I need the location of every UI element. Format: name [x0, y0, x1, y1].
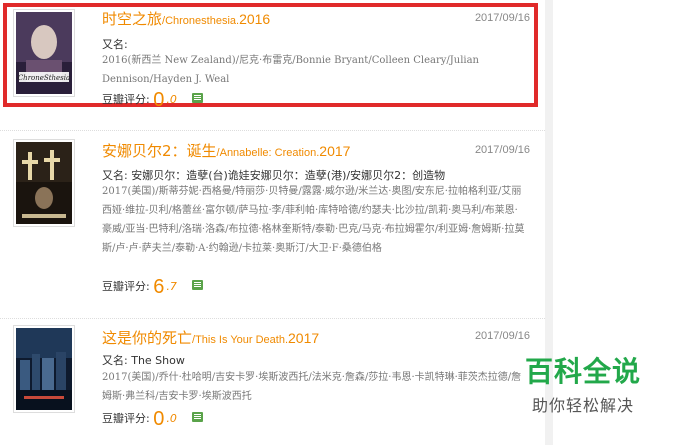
- watermark-sub: 助你轻松解决: [531, 396, 634, 415]
- aka-label: 又名:: [102, 354, 128, 367]
- rating-line: 豆瓣评分: 0.0: [102, 408, 204, 431]
- aka-line: 又名:: [102, 36, 128, 52]
- rating-decimal: .0: [166, 412, 177, 425]
- rating-decimal: .0: [166, 93, 177, 106]
- aka-label: 又名:: [102, 38, 128, 51]
- movie-list: ChroneSthesia 时空之旅/Chronesthesia.2016 20…: [0, 0, 545, 445]
- post-date: 2017/09/16: [474, 330, 530, 342]
- movie-title[interactable]: 时空之旅/Chronesthesia.2016: [102, 8, 270, 29]
- movie-poster[interactable]: [13, 325, 75, 413]
- movie-item: 这是你的死亡/This Is Your Death.2017 2017/09/1…: [0, 318, 545, 446]
- title-en[interactable]: /This Is Your Death.: [192, 334, 288, 346]
- rating-list-icon[interactable]: [192, 93, 204, 103]
- title-cn[interactable]: 这是你的死亡: [102, 329, 192, 347]
- rating-list-icon[interactable]: [192, 412, 204, 422]
- title-cn[interactable]: 安娜贝尔2：诞生: [102, 142, 217, 160]
- aka-line: 又名: The Show: [102, 352, 185, 368]
- watermark-main: 百科全说: [524, 355, 641, 388]
- aka-value: 安娜贝尔：造孽(台)诡娃安娜贝尔：造孽(港)/安娜贝尔2：创造物: [131, 169, 446, 182]
- movie-item: 安娜贝尔2：诞生/Annabelle: Creation.2017 2017/0…: [0, 130, 545, 311]
- rating-label: 豆瓣评分:: [102, 93, 150, 106]
- rating-line: 豆瓣评分: 6.7: [102, 276, 204, 299]
- watermark-logo: 百科全说 助你轻松解决: [513, 350, 653, 416]
- title-cn[interactable]: 时空之旅: [102, 10, 162, 28]
- rating-list-icon[interactable]: [192, 280, 204, 290]
- post-date: 2017/09/16: [474, 144, 530, 156]
- rating-integer: 6: [153, 276, 165, 298]
- title-en[interactable]: /Annabelle: Creation.: [217, 147, 320, 159]
- title-en[interactable]: /Chronesthesia.: [162, 15, 239, 27]
- svg-text:ChroneSthesia: ChroneSthesia: [18, 74, 70, 82]
- title-year[interactable]: 2017: [288, 330, 319, 346]
- rating-line: 豆瓣评分: 0.0: [102, 89, 204, 112]
- movie-poster[interactable]: ChroneSthesia: [13, 9, 75, 97]
- rating-decimal: .7: [166, 280, 177, 293]
- cast-info: 2016(新西兰 New Zealand)/尼克·布雷克/Bonnie Brya…: [102, 55, 479, 85]
- rating-label: 豆瓣评分:: [102, 412, 150, 425]
- aka-label: 又名:: [102, 169, 128, 182]
- movie-title[interactable]: 这是你的死亡/This Is Your Death.2017: [102, 327, 319, 348]
- rating-label: 豆瓣评分:: [102, 280, 150, 293]
- rating-integer: 0: [153, 89, 165, 111]
- aka-value: The Show: [131, 354, 185, 367]
- movie-title[interactable]: 安娜贝尔2：诞生/Annabelle: Creation.2017: [102, 140, 350, 161]
- movie-item: ChroneSthesia 时空之旅/Chronesthesia.2016 20…: [0, 0, 545, 118]
- rating-integer: 0: [153, 408, 165, 430]
- post-date: 2017/09/16: [474, 12, 530, 24]
- movie-poster[interactable]: [13, 139, 75, 227]
- title-year[interactable]: 2016: [239, 11, 270, 27]
- title-year[interactable]: 2017: [319, 143, 350, 159]
- cast-info: 2017(美国)/乔什·杜哈明/吉安卡罗·埃斯波西托/法米克·詹森/莎拉·韦恩·…: [102, 372, 522, 402]
- cast-info: 2017(美国)/斯蒂芬妮·西格曼/特丽莎·贝特曼/露露·威尔逊/米兰达·奥图/…: [102, 186, 525, 254]
- aka-line: 又名: 安娜贝尔：造孽(台)诡娃安娜贝尔：造孽(港)/安娜贝尔2：创造物: [102, 167, 445, 183]
